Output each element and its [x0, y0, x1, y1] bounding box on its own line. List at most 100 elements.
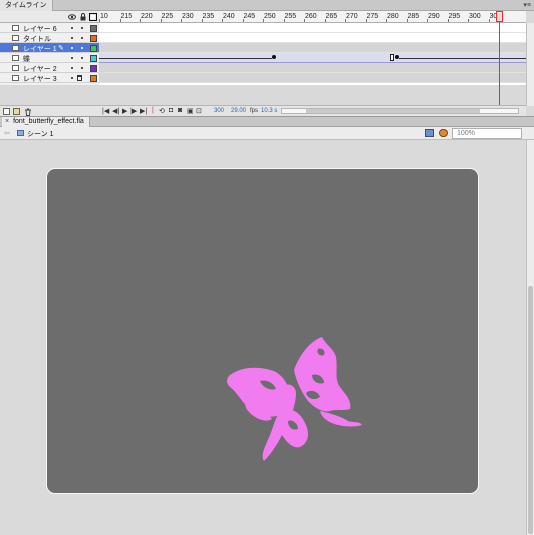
document-tab-bar: × font_butterfly_effect.fla: [0, 116, 534, 127]
ruler-tick-label: 270: [346, 13, 358, 20]
outline-all-layers-icon[interactable]: [89, 13, 97, 21]
lock-toggle[interactable]: [81, 37, 83, 39]
ruler-tick: [427, 19, 428, 22]
visibility-toggle[interactable]: [71, 27, 73, 29]
layer-outline-color[interactable]: [90, 65, 97, 72]
keyframe[interactable]: [272, 55, 276, 59]
visibility-toggle[interactable]: [71, 67, 73, 69]
lock-icon[interactable]: [77, 75, 82, 81]
ruler-tick: [488, 19, 490, 22]
playhead-handle[interactable]: [496, 11, 503, 22]
frame-grid[interactable]: [99, 23, 526, 85]
new-layer-icon[interactable]: [3, 108, 10, 115]
ruler-tick: [119, 19, 121, 22]
visibility-toggle[interactable]: [71, 47, 73, 49]
butterfly-graphic[interactable]: [222, 335, 367, 465]
ruler-tick: [242, 19, 244, 22]
layer-row[interactable]: タイトル: [0, 33, 99, 43]
panel-menu-icon[interactable]: ▾≡: [523, 0, 531, 11]
layer-outline-color[interactable]: [90, 35, 97, 42]
visibility-toggle[interactable]: [71, 37, 73, 39]
ruler-tick: [263, 19, 264, 22]
layer-name[interactable]: レイヤー 3: [23, 74, 57, 84]
playback-toolbar: |◀ ◀| ▶ |▶ ▶| | ⟲ ◘ ◙ ▣ ⊡ 300 29.00 fps …: [99, 105, 526, 116]
ruler-tick: [140, 19, 141, 22]
layer-outline-color[interactable]: [90, 55, 97, 62]
lock-all-layers-icon[interactable]: [79, 13, 87, 21]
lock-toggle[interactable]: [81, 47, 83, 49]
layer-row[interactable]: レイヤー 1 ✎: [0, 43, 99, 53]
frame-rate[interactable]: 29.00: [231, 108, 246, 114]
layer-outline-color[interactable]: [90, 75, 97, 82]
play-icon[interactable]: ▶: [122, 107, 127, 115]
ruler-tick-label: 275: [366, 13, 379, 20]
tween-arrow: [99, 58, 272, 59]
layer-row[interactable]: レイヤー 6: [0, 23, 99, 33]
frame-row[interactable]: [99, 23, 526, 33]
ruler-tick-label: 260: [305, 13, 317, 20]
frame-row[interactable]: [99, 73, 526, 83]
zoom-select[interactable]: 100%: [452, 128, 522, 139]
ruler-tick-label: 280: [387, 13, 399, 20]
frame-row[interactable]: [99, 33, 526, 43]
new-folder-icon[interactable]: [13, 108, 20, 115]
layer-icon: [12, 55, 19, 61]
visibility-toggle[interactable]: [71, 57, 73, 59]
close-tab-icon[interactable]: ×: [5, 118, 9, 125]
layer-outline-color[interactable]: [90, 25, 97, 32]
timeline-tab[interactable]: タイムライン: [0, 0, 53, 11]
edit-scene-icon[interactable]: [439, 129, 448, 137]
scene-breadcrumb[interactable]: シーン 1: [27, 129, 54, 139]
delete-layer-icon[interactable]: [24, 108, 32, 116]
show-all-layers-icon[interactable]: [68, 13, 76, 21]
ruler-tick-label: 245: [243, 13, 256, 20]
current-frame[interactable]: 300: [214, 108, 224, 114]
ruler-tick: [365, 19, 367, 22]
lock-toggle[interactable]: [81, 67, 83, 69]
visibility-toggle[interactable]: [71, 77, 73, 79]
onion-skin-icon[interactable]: ◘: [169, 107, 173, 114]
ruler-tick: [406, 19, 408, 22]
center-frame-icon[interactable]: |: [152, 107, 154, 114]
onion-skin-outlines-icon[interactable]: ◙: [178, 107, 182, 114]
scrollbar-thumb[interactable]: [528, 286, 533, 534]
frame-row[interactable]: [99, 63, 526, 73]
timeline-horizontal-scrollbar[interactable]: [281, 108, 519, 114]
layer-icon: [12, 45, 19, 51]
document-tab-title: font_butterfly_effect.fla: [13, 118, 84, 125]
ruler-tick: [324, 19, 326, 22]
loop-icon[interactable]: ⟲: [159, 107, 165, 115]
layer-row[interactable]: レイヤー 3: [0, 73, 99, 83]
go-to-first-frame-icon[interactable]: |◀: [102, 107, 109, 115]
scene-icon: [17, 130, 24, 136]
edit-symbols-icon[interactable]: [425, 129, 434, 137]
step-back-icon[interactable]: ◀|: [112, 107, 119, 115]
timeline-vertical-scrollbar[interactable]: [526, 23, 534, 106]
layer-row[interactable]: 蝶: [0, 53, 99, 63]
layer-outline-color[interactable]: [90, 45, 97, 52]
lock-toggle[interactable]: [81, 27, 83, 29]
frame-rate-unit: fps: [250, 108, 259, 114]
frame-row[interactable]: [99, 43, 526, 53]
lock-toggle[interactable]: [81, 57, 83, 59]
ruler-tick: [468, 19, 469, 22]
frame-ruler[interactable]: 10 215 220 225 230 235 240 245 250 255 260 265 270 27…: [99, 11, 526, 23]
blank-keyframe[interactable]: [390, 54, 394, 61]
scrollbar-thumb[interactable]: [306, 109, 480, 113]
modify-onion-markers-icon[interactable]: ⊡: [196, 107, 202, 115]
document-vertical-scrollbar[interactable]: [526, 140, 534, 535]
layer-icon: [12, 75, 19, 81]
ruler-tick: [283, 19, 285, 22]
ruler-tick: [222, 19, 223, 22]
zoom-value: 100%: [457, 130, 475, 137]
layer-row[interactable]: レイヤー 2: [0, 63, 99, 73]
ruler-tick-label: 225: [161, 13, 174, 20]
go-to-last-frame-icon[interactable]: ▶|: [140, 107, 147, 115]
back-arrow-icon[interactable]: ⇦: [4, 129, 10, 137]
tween-frame-row[interactable]: [99, 53, 526, 63]
edit-multiple-frames-icon[interactable]: ▣: [187, 107, 194, 115]
flash-editor-window: タイムライン ▾≡ 10 215 220 225 230 235 240 245 250 255 2…: [0, 0, 534, 535]
step-forward-icon[interactable]: |▶: [130, 107, 137, 115]
document-tab[interactable]: × font_butterfly_effect.fla: [2, 117, 90, 127]
ruler-tick-label: 240: [223, 13, 235, 20]
